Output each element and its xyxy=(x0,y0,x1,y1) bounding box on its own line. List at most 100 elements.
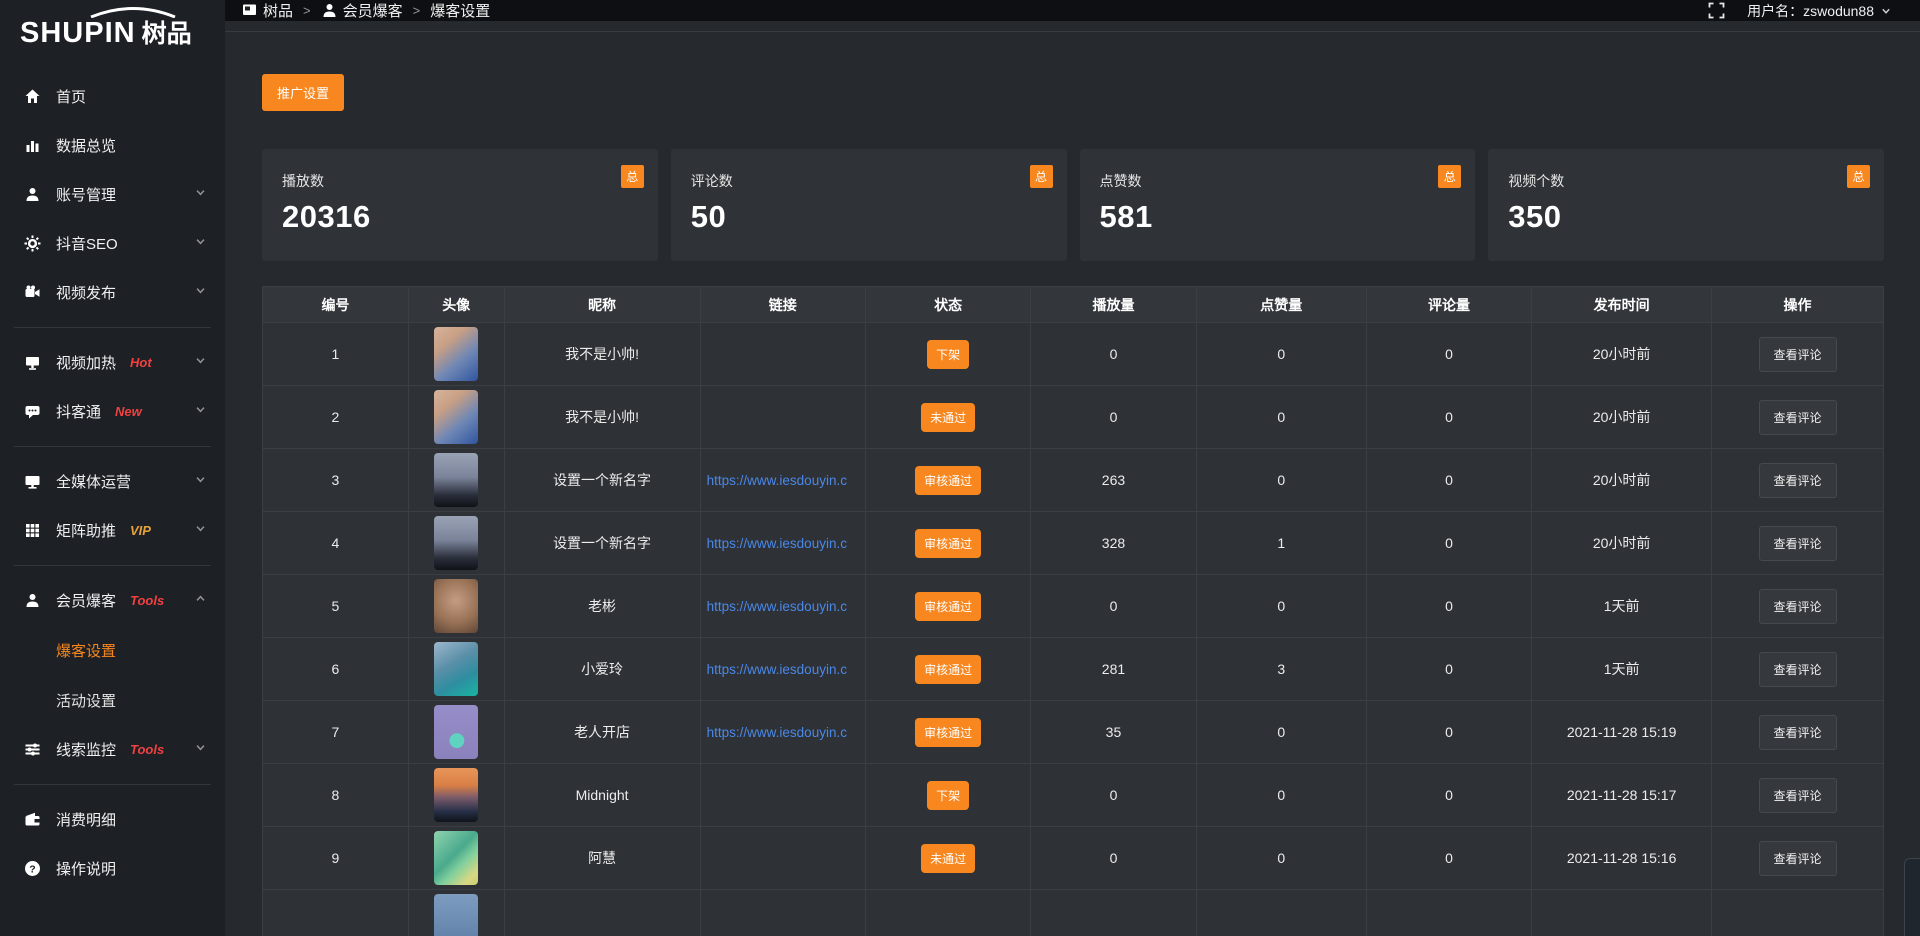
cell-nickname: 我不是小帅! xyxy=(504,323,700,386)
sidebar-divider xyxy=(14,565,211,566)
sidebar-item[interactable]: 全媒体运营 xyxy=(0,457,225,506)
brand-name-cn: 树品 xyxy=(142,14,192,50)
app-icon xyxy=(241,2,258,19)
cell-likes: 0 xyxy=(1196,449,1366,512)
breadcrumb-item[interactable]: 会员爆客 xyxy=(321,0,403,21)
user-icon xyxy=(321,2,338,19)
floating-side-widget[interactable] xyxy=(1904,858,1920,936)
chevron-down-icon xyxy=(194,354,207,372)
logo-arc xyxy=(88,6,178,18)
cell-time: 2021-11-28 15:19 xyxy=(1532,701,1712,764)
avatar xyxy=(434,831,478,885)
table-row: 7老人开店https://www.iesdouyin.c审核通过35002021… xyxy=(263,701,1884,764)
chevron-down-icon xyxy=(194,403,207,421)
sidebar-item-badge: Hot xyxy=(130,355,152,370)
user-menu[interactable]: 用户名：zswodun88 xyxy=(1747,1,1892,21)
sidebar-item[interactable]: 会员爆客Tools xyxy=(0,576,225,625)
videos-table: 编号头像昵称链接状态播放量点赞量评论量发布时间操作 1我不是小帅!下架00020… xyxy=(262,286,1884,936)
sidebar-item[interactable]: 视频加热 Hot xyxy=(0,338,225,387)
sidebar-item-label: 会员爆客 xyxy=(56,590,116,611)
cell-nickname: 老人开店 xyxy=(504,701,700,764)
stat-label: 评论数 xyxy=(691,171,1047,191)
chevron-down-icon xyxy=(194,522,207,540)
cell-action: 查看评论 xyxy=(1712,701,1884,764)
cell-avatar xyxy=(408,890,504,936)
topbar: 树品>会员爆客>爆客设置 用户名：zswodun88 xyxy=(225,0,1920,21)
view-comments-button[interactable]: 查看评论 xyxy=(1759,715,1837,750)
table-row: 4设置一个新名字https://www.iesdouyin.c审核通过32810… xyxy=(263,512,1884,575)
cell-comments: 0 xyxy=(1366,386,1531,449)
view-comments-button[interactable]: 查看评论 xyxy=(1759,841,1837,876)
sidebar-item[interactable]: 矩阵助推VIP xyxy=(0,506,225,555)
sidebar-divider xyxy=(14,784,211,785)
video-link[interactable]: https://www.iesdouyin.c xyxy=(707,725,863,740)
avatar xyxy=(434,642,478,696)
cell-action: 查看评论 xyxy=(1712,827,1884,890)
cell-time: 2021-11-28 15:17 xyxy=(1532,764,1712,827)
cell-id: 9 xyxy=(263,827,409,890)
sidebar-item[interactable]: 账号管理 xyxy=(0,170,225,219)
status-badge: 审核通过 xyxy=(915,529,981,558)
cell-action: 查看评论 xyxy=(1712,512,1884,575)
topbar-right: 用户名：zswodun88 xyxy=(1708,1,1892,21)
promotion-settings-button[interactable]: 推广设置 xyxy=(262,74,344,111)
stat-label: 播放数 xyxy=(282,171,638,191)
cell-time: 2021-11-28 15:16 xyxy=(1532,827,1712,890)
view-comments-button[interactable]: 查看评论 xyxy=(1759,463,1837,498)
cell-time: 20小时前 xyxy=(1532,512,1712,575)
chevron-up-icon xyxy=(194,592,207,610)
table-header-row: 编号头像昵称链接状态播放量点赞量评论量发布时间操作 xyxy=(263,287,1884,323)
breadcrumb-label: 树品 xyxy=(263,0,293,21)
cell-plays: 0 xyxy=(1031,323,1196,386)
video-link[interactable]: https://www.iesdouyin.c xyxy=(707,473,863,488)
table-row: 3设置一个新名字https://www.iesdouyin.c审核通过26300… xyxy=(263,449,1884,512)
video-link[interactable]: https://www.iesdouyin.c xyxy=(707,536,863,551)
sidebar-item[interactable]: ?操作说明 xyxy=(0,844,225,893)
stat-value: 20316 xyxy=(282,199,638,235)
cell-likes: 0 xyxy=(1196,323,1366,386)
sidebar-subitem[interactable]: 活动设置 xyxy=(0,675,225,725)
cell-nickname: 设置一个新名字 xyxy=(504,449,700,512)
video-link[interactable]: https://www.iesdouyin.c xyxy=(707,599,863,614)
cell-plays: 0 xyxy=(1031,764,1196,827)
sidebar-item-label: 视频加热 xyxy=(56,352,116,373)
cell-plays: 0 xyxy=(1031,827,1196,890)
cell-plays: 0 xyxy=(1031,575,1196,638)
sidebar-item[interactable]: 视频发布 xyxy=(0,268,225,317)
cell-nickname: 我不是小帅! xyxy=(504,386,700,449)
view-comments-button[interactable]: 查看评论 xyxy=(1759,652,1837,687)
sidebar-item-badge: Tools xyxy=(130,742,164,757)
fullscreen-icon[interactable] xyxy=(1708,2,1725,19)
column-header: 头像 xyxy=(408,287,504,323)
sidebar-item[interactable]: 消费明细 xyxy=(0,795,225,844)
view-comments-button[interactable]: 查看评论 xyxy=(1759,526,1837,561)
chevron-down-icon xyxy=(194,186,207,204)
video-link[interactable]: https://www.iesdouyin.c xyxy=(707,662,863,677)
avatar xyxy=(434,390,478,444)
cell-link xyxy=(700,827,865,890)
view-comments-button[interactable]: 查看评论 xyxy=(1759,337,1837,372)
cell-plays xyxy=(1031,890,1196,936)
user-icon xyxy=(22,186,42,203)
sidebar-item[interactable]: 首页 xyxy=(0,72,225,121)
sidebar-item[interactable]: 线索监控Tools xyxy=(0,725,225,774)
status-badge: 审核通过 xyxy=(915,592,981,621)
cell-link: https://www.iesdouyin.c xyxy=(700,512,865,575)
cell-action: 查看评论 xyxy=(1712,575,1884,638)
sidebar-subitem[interactable]: 爆客设置 xyxy=(0,625,225,675)
table-row: 9阿慧未通过0002021-11-28 15:16查看评论 xyxy=(263,827,1884,890)
cell-id: 5 xyxy=(263,575,409,638)
total-badge: 总 xyxy=(1438,165,1461,188)
sidebar-item-label: 视频发布 xyxy=(56,282,116,303)
sidebar-item[interactable]: 数据总览 xyxy=(0,121,225,170)
cell-nickname: 阿慧 xyxy=(504,827,700,890)
breadcrumb-item[interactable]: 树品 xyxy=(241,0,293,21)
sidebar-item[interactable]: 抖音SEO xyxy=(0,219,225,268)
user-icon xyxy=(22,592,42,609)
view-comments-button[interactable]: 查看评论 xyxy=(1759,400,1837,435)
sidebar-item[interactable]: 抖客通New xyxy=(0,387,225,436)
cell-time: 20小时前 xyxy=(1532,449,1712,512)
view-comments-button[interactable]: 查看评论 xyxy=(1759,589,1837,624)
view-comments-button[interactable]: 查看评论 xyxy=(1759,778,1837,813)
cell-plays: 35 xyxy=(1031,701,1196,764)
